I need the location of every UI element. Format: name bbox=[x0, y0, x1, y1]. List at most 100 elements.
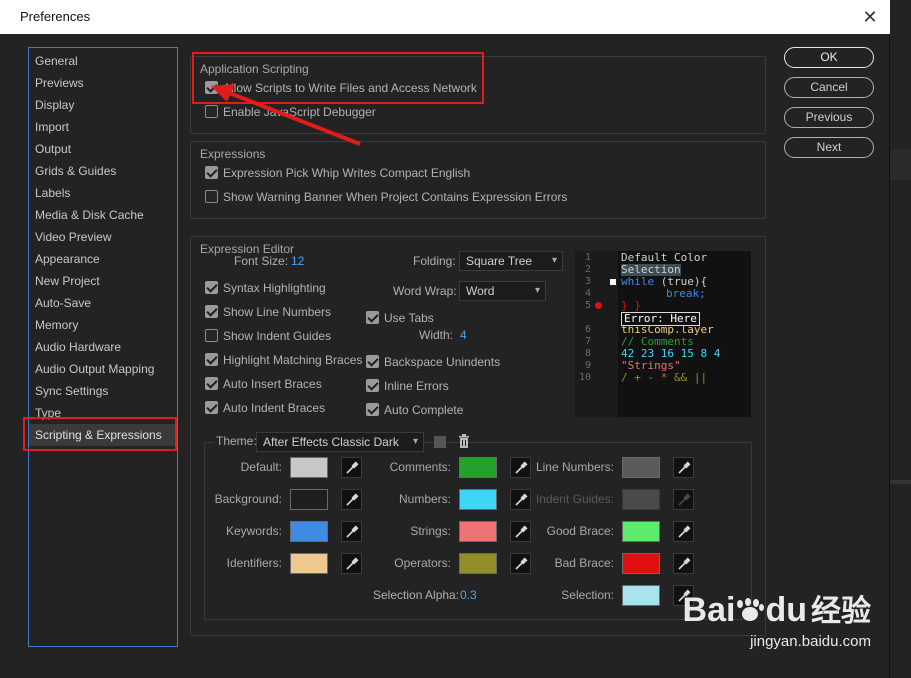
eyedropper-icon[interactable] bbox=[510, 521, 531, 542]
warning-banner-checkbox[interactable]: Show Warning Banner When Project Contain… bbox=[205, 189, 567, 205]
auto-insert-checkbox[interactable]: Auto Insert Braces bbox=[205, 376, 322, 392]
error-marker-icon bbox=[595, 302, 602, 309]
checkbox-checked-icon bbox=[366, 379, 379, 392]
eyedropper-icon[interactable] bbox=[673, 457, 694, 478]
sidebar-item-display[interactable]: Display bbox=[29, 94, 177, 116]
syntax-highlighting-checkbox[interactable]: Syntax Highlighting bbox=[205, 280, 326, 296]
inline-errors-checkbox[interactable]: Inline Errors bbox=[366, 378, 449, 394]
line-number: 9 bbox=[584, 360, 591, 371]
code-line-bad-brace: } } bbox=[621, 299, 641, 312]
line-number: 1 bbox=[584, 252, 591, 263]
width-value[interactable]: 4 bbox=[460, 328, 467, 342]
sidebar-item-general[interactable]: General bbox=[29, 50, 177, 72]
word-wrap-label: Word Wrap: bbox=[393, 284, 457, 298]
eyedropper-icon[interactable] bbox=[341, 457, 362, 478]
code-body: Default Color Selection while (true){ br… bbox=[618, 251, 751, 417]
line-numbers-color-swatch[interactable] bbox=[622, 457, 660, 478]
dialog-titlebar: Preferences ✕ bbox=[0, 0, 890, 34]
selection-color-label: Selection: bbox=[561, 588, 614, 602]
identifiers-color-swatch[interactable] bbox=[290, 553, 328, 574]
eyedropper-icon[interactable] bbox=[341, 553, 362, 574]
warning-banner-label: Show Warning Banner When Project Contain… bbox=[223, 190, 568, 204]
highlight-matching-checkbox[interactable]: Highlight Matching Braces bbox=[205, 352, 362, 368]
show-indent-guides-checkbox[interactable]: Show Indent Guides bbox=[205, 328, 331, 344]
sidebar-item-memory[interactable]: Memory bbox=[29, 314, 177, 336]
sidebar-item-auto-save[interactable]: Auto-Save bbox=[29, 292, 177, 314]
bad-brace-color-swatch[interactable] bbox=[622, 553, 660, 574]
paw-icon bbox=[735, 598, 765, 624]
checkbox-checked-icon bbox=[366, 403, 379, 416]
watermark-cn: 经验 bbox=[811, 595, 871, 628]
pick-whip-checkbox[interactable]: Expression Pick Whip Writes Compact Engl… bbox=[205, 165, 470, 181]
show-line-numbers-checkbox[interactable]: Show Line Numbers bbox=[205, 304, 331, 320]
code-keyword: while bbox=[621, 275, 655, 288]
eyedropper-icon[interactable] bbox=[673, 521, 694, 542]
preferences-dialog: Preferences ✕ General Previews Display I… bbox=[0, 0, 890, 678]
auto-complete-checkbox[interactable]: Auto Complete bbox=[366, 402, 463, 418]
code-gutter: 1 2 3 4 5 6 7 8 9 10 bbox=[575, 251, 616, 417]
save-theme-icon[interactable] bbox=[434, 436, 446, 448]
backspace-unindents-checkbox[interactable]: Backspace Unindents bbox=[366, 354, 500, 370]
default-color-swatch[interactable] bbox=[290, 457, 328, 478]
font-size-value[interactable]: 12 bbox=[291, 254, 304, 268]
identifiers-color-label: Identifiers: bbox=[226, 556, 282, 570]
eyedropper-icon[interactable] bbox=[673, 553, 694, 574]
auto-indent-checkbox[interactable]: Auto Indent Braces bbox=[205, 400, 325, 416]
eyedropper-icon bbox=[673, 489, 694, 510]
theme-value: After Effects Classic Dark bbox=[263, 435, 399, 449]
previous-button[interactable]: Previous bbox=[784, 107, 874, 128]
sidebar-item-video-preview[interactable]: Video Preview bbox=[29, 226, 177, 248]
sidebar-item-appearance[interactable]: Appearance bbox=[29, 248, 177, 270]
cancel-button[interactable]: Cancel bbox=[784, 77, 874, 98]
sidebar-item-labels[interactable]: Labels bbox=[29, 182, 177, 204]
ok-button[interactable]: OK bbox=[784, 47, 874, 68]
eyedropper-icon[interactable] bbox=[341, 489, 362, 510]
close-icon[interactable]: ✕ bbox=[858, 0, 882, 34]
code-line-operators: / + - * && || bbox=[621, 371, 708, 384]
word-wrap-dropdown[interactable]: Word ▾ bbox=[459, 281, 546, 301]
checkbox-checked-icon bbox=[205, 166, 218, 179]
sidebar-item-sync-settings[interactable]: Sync Settings bbox=[29, 380, 177, 402]
keywords-color-swatch[interactable] bbox=[290, 521, 328, 542]
checkbox-unchecked-icon bbox=[205, 329, 218, 342]
use-tabs-checkbox[interactable]: Use Tabs bbox=[366, 310, 434, 326]
width-label: Width: bbox=[419, 328, 454, 342]
sidebar-item-import[interactable]: Import bbox=[29, 116, 177, 138]
sidebar-item-audio-output-mapping[interactable]: Audio Output Mapping bbox=[29, 358, 177, 380]
line-number: 7 bbox=[584, 336, 591, 347]
sidebar-item-grids-guides[interactable]: Grids & Guides bbox=[29, 160, 177, 182]
selection-alpha-value[interactable]: 0.3 bbox=[460, 588, 477, 602]
watermark-brand: Bai bbox=[682, 591, 736, 629]
eyedropper-icon[interactable] bbox=[510, 457, 531, 478]
syntax-highlighting-label: Syntax Highlighting bbox=[223, 281, 326, 295]
theme-dropdown[interactable]: After Effects Classic Dark ▾ bbox=[256, 432, 424, 452]
sidebar-item-media-disk-cache[interactable]: Media & Disk Cache bbox=[29, 204, 177, 226]
operators-color-swatch[interactable] bbox=[459, 553, 497, 574]
selection-color-swatch[interactable] bbox=[622, 585, 660, 606]
font-size-label: Font Size: bbox=[234, 254, 289, 268]
comments-color-swatch[interactable] bbox=[459, 457, 497, 478]
strings-color-swatch[interactable] bbox=[459, 521, 497, 542]
next-button[interactable]: Next bbox=[784, 137, 874, 158]
sidebar-item-previews[interactable]: Previews bbox=[29, 72, 177, 94]
sidebar-item-new-project[interactable]: New Project bbox=[29, 270, 177, 292]
sidebar-item-output[interactable]: Output bbox=[29, 138, 177, 160]
eyedropper-icon[interactable] bbox=[510, 553, 531, 574]
operators-color-label: Operators: bbox=[394, 556, 451, 570]
background-color-swatch[interactable] bbox=[290, 489, 328, 510]
eyedropper-icon[interactable] bbox=[341, 521, 362, 542]
checkbox-checked-icon bbox=[205, 305, 218, 318]
checkbox-checked-icon bbox=[205, 281, 218, 294]
fold-marker-icon bbox=[610, 279, 616, 285]
default-color-label: Default: bbox=[240, 460, 282, 474]
line-numbers-color-label: Line Numbers: bbox=[535, 460, 614, 474]
checkbox-checked-icon bbox=[205, 353, 218, 366]
background-panel bbox=[890, 150, 911, 180]
theme-label: Theme: bbox=[214, 434, 259, 448]
trash-icon[interactable] bbox=[458, 434, 470, 451]
folding-dropdown[interactable]: Square Tree ▾ bbox=[459, 251, 563, 271]
good-brace-color-swatch[interactable] bbox=[622, 521, 660, 542]
sidebar-item-audio-hardware[interactable]: Audio Hardware bbox=[29, 336, 177, 358]
eyedropper-icon[interactable] bbox=[510, 489, 531, 510]
numbers-color-swatch[interactable] bbox=[459, 489, 497, 510]
